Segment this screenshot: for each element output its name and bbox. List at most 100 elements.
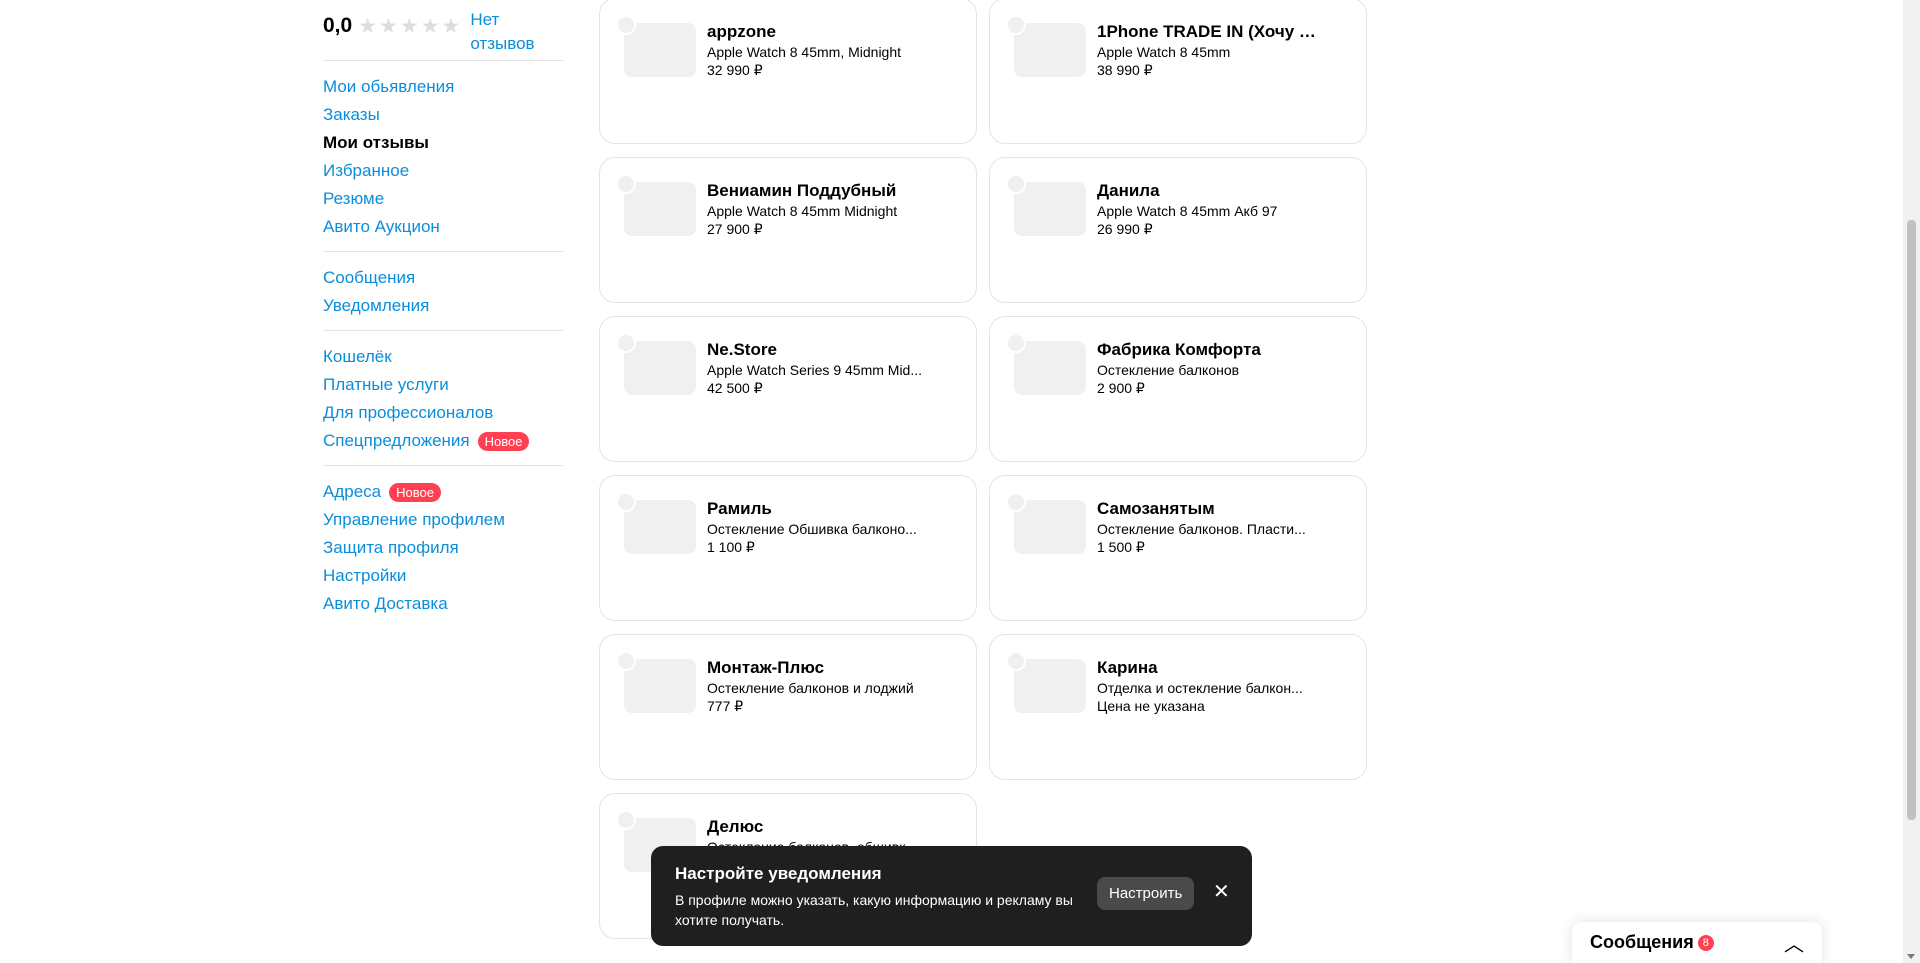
seller-name[interactable]: Данила xyxy=(1097,180,1327,202)
messages-count-badge: 8 xyxy=(1697,934,1714,951)
notification-settings-toast: Настройте уведомления В профиле можно ук… xyxy=(651,846,1252,946)
item-thumbnail xyxy=(1014,659,1086,713)
chevron-up-icon[interactable]: ︿ xyxy=(1784,928,1804,957)
sidebar-item-label: Управление профилем xyxy=(323,510,505,529)
sidebar-item-1-3[interactable]: Избранное xyxy=(323,157,563,185)
card-info: 1Phone TRADE IN (Хочу Но... Apple Watch 8… xyxy=(1097,21,1327,79)
card-info: Вениамин Поддубный Apple Watch 8 45mm Mid… xyxy=(707,180,937,238)
sidebar-item-label: Настройки xyxy=(323,566,407,585)
seller-avatar xyxy=(616,492,636,512)
seller-name[interactable]: Фабрика Комфорта xyxy=(1097,339,1327,361)
profile-sidebar: 0,0 ★ ★ ★ ★ ★ Нет отзывов Мои обьявления… xyxy=(323,0,563,628)
no-reviews-link[interactable]: Нет отзывов xyxy=(470,8,550,56)
scroll-down-arrow-icon[interactable] xyxy=(1907,954,1915,959)
sidebar-item-label: Избранное xyxy=(323,161,410,180)
item-title[interactable]: Остекление балконов. Пласти... xyxy=(1097,520,1327,538)
star-icon: ★ xyxy=(420,15,440,38)
configure-button[interactable]: Настроить xyxy=(1097,877,1195,910)
star-icon: ★ xyxy=(399,15,419,38)
sidebar-item-label: Резюме xyxy=(323,189,385,208)
item-title[interactable]: Apple Watch 8 45mm xyxy=(1097,43,1327,61)
seller-name[interactable]: 1Phone TRADE IN (Хочу Но... xyxy=(1097,21,1327,43)
item-price: 777 ₽ xyxy=(707,698,744,714)
sidebar-item-label: Авито Аукцион xyxy=(323,217,440,236)
review-card[interactable]: Рамиль Остекление Обшивка балконо... 1 100… xyxy=(599,475,977,621)
sidebar-item-1-5[interactable]: Авито Аукцион xyxy=(323,213,563,241)
review-card[interactable]: Самозанятым Остекление балконов. Пласти..… xyxy=(989,475,1367,621)
new-badge: Новое xyxy=(389,482,441,502)
page-scrollbar[interactable] xyxy=(1903,0,1920,963)
sidebar-item-label: Защита профиля xyxy=(323,538,459,557)
sidebar-item-2-1[interactable]: Уведомления xyxy=(323,292,563,320)
sidebar-item-3-2[interactable]: Для профессионалов xyxy=(323,399,563,427)
sidebar-item-3-0[interactable]: Кошелёк xyxy=(323,343,563,371)
item-price: 2 900 ₽ xyxy=(1097,380,1145,396)
sidebar-item-1-0[interactable]: Мои обьявления xyxy=(323,73,563,101)
sidebar-item-4-1[interactable]: Управление профилем xyxy=(323,506,563,534)
messages-widget[interactable]: Сообщения 8 ︿ xyxy=(1572,922,1822,963)
card-info: appzone Apple Watch 8 45mm, Midnight 32 99… xyxy=(707,21,937,79)
review-card[interactable]: 1Phone TRADE IN (Хочу Но... Apple Watch 8… xyxy=(989,0,1367,144)
sidebar-item-3-1[interactable]: Платные услуги xyxy=(323,371,563,399)
item-title[interactable]: Apple Watch 8 45mm Акб 97 xyxy=(1097,202,1327,220)
toast-text: В профиле можно указать, какую информаци… xyxy=(675,892,1073,928)
sidebar-item-label: Кошелёк xyxy=(323,347,392,366)
sidebar-item-1-2[interactable]: Мои отзывы xyxy=(323,129,563,157)
sidebar-item-4-3[interactable]: Настройки xyxy=(323,562,563,590)
card-info: Рамиль Остекление Обшивка балконо... 1 100… xyxy=(707,498,937,556)
sidebar-item-4-2[interactable]: Защита профиля xyxy=(323,534,563,562)
seller-avatar xyxy=(616,810,636,830)
seller-name[interactable]: Самозанятым xyxy=(1097,498,1327,520)
seller-name[interactable]: Карина xyxy=(1097,657,1327,679)
seller-avatar xyxy=(1006,15,1026,35)
item-title[interactable]: Остекление Обшивка балконо... xyxy=(707,520,937,538)
item-thumbnail xyxy=(1014,23,1086,77)
card-info: Самозанятым Остекление балконов. Пласти..… xyxy=(1097,498,1327,556)
item-thumbnail xyxy=(624,500,696,554)
seller-name[interactable]: Делюс xyxy=(707,816,937,838)
item-title[interactable]: Apple Watch Series 9 45mm Mid... xyxy=(707,361,937,379)
card-info: Карина Отделка и остекление балкон... Цена… xyxy=(1097,657,1327,715)
item-title[interactable]: Отделка и остекление балкон... xyxy=(1097,679,1327,697)
item-title[interactable]: Остекление балконов xyxy=(1097,361,1327,379)
review-card[interactable]: Монтаж-Плюс Остекление балконов и лоджий 7… xyxy=(599,634,977,780)
new-badge: Новое xyxy=(477,431,530,451)
sidebar-item-2-0[interactable]: Сообщения xyxy=(323,264,563,292)
sidebar-item-4-0[interactable]: Адреса Новое xyxy=(323,478,563,506)
sidebar-item-1-1[interactable]: Заказы xyxy=(323,101,563,129)
sidebar-item-label: Мои отзывы xyxy=(323,133,429,152)
rating-stars: ★ ★ ★ ★ ★ xyxy=(358,16,462,37)
seller-avatar xyxy=(616,333,636,353)
seller-avatar xyxy=(616,174,636,194)
sidebar-item-label: Сообщения xyxy=(323,268,416,287)
item-price: 38 990 ₽ xyxy=(1097,62,1153,78)
seller-name[interactable]: appzone xyxy=(707,21,937,43)
review-card[interactable]: Данила Apple Watch 8 45mm Акб 97 26 990 ₽ xyxy=(989,157,1367,303)
review-card[interactable]: Вениамин Поддубный Apple Watch 8 45mm Mid… xyxy=(599,157,977,303)
seller-name[interactable]: Вениамин Поддубный xyxy=(707,180,937,202)
review-card[interactable]: Карина Отделка и остекление балкон... Цена… xyxy=(989,634,1367,780)
item-title[interactable]: Apple Watch 8 45mm Midnight xyxy=(707,202,937,220)
item-thumbnail xyxy=(624,182,696,236)
item-thumbnail xyxy=(1014,500,1086,554)
card-info: Ne.Store Apple Watch Series 9 45mm Mid...… xyxy=(707,339,937,397)
item-thumbnail xyxy=(1014,182,1086,236)
menu-group-finance: Кошелёк Платные услуги Для профессионалов С… xyxy=(323,331,563,465)
item-title[interactable]: Apple Watch 8 45mm, Midnight xyxy=(707,43,937,61)
scrollbar-thumb[interactable] xyxy=(1907,220,1916,820)
item-thumbnail xyxy=(624,23,696,77)
seller-name[interactable]: Ne.Store xyxy=(707,339,937,361)
menu-group-main: Мои обьявления Заказы Мои отзывы Избранное Р… xyxy=(323,61,563,251)
seller-avatar xyxy=(1006,492,1026,512)
review-card[interactable]: Фабрика Комфорта Остекление балконов 2 900… xyxy=(989,316,1367,462)
item-title[interactable]: Остекление балконов и лоджий xyxy=(707,679,937,697)
review-card[interactable]: appzone Apple Watch 8 45mm, Midnight 32 99… xyxy=(599,0,977,144)
rating-summary: 0,0 ★ ★ ★ ★ ★ Нет отзывов xyxy=(323,0,563,60)
sidebar-item-4-4[interactable]: Авито Доставка xyxy=(323,590,563,618)
close-icon[interactable]: ✕ xyxy=(1213,882,1230,902)
seller-name[interactable]: Монтаж-Плюс xyxy=(707,657,937,679)
seller-name[interactable]: Рамиль xyxy=(707,498,937,520)
sidebar-item-3-3[interactable]: Спецпредложения Новое xyxy=(323,427,563,455)
sidebar-item-1-4[interactable]: Резюме xyxy=(323,185,563,213)
review-card[interactable]: Ne.Store Apple Watch Series 9 45mm Mid...… xyxy=(599,316,977,462)
